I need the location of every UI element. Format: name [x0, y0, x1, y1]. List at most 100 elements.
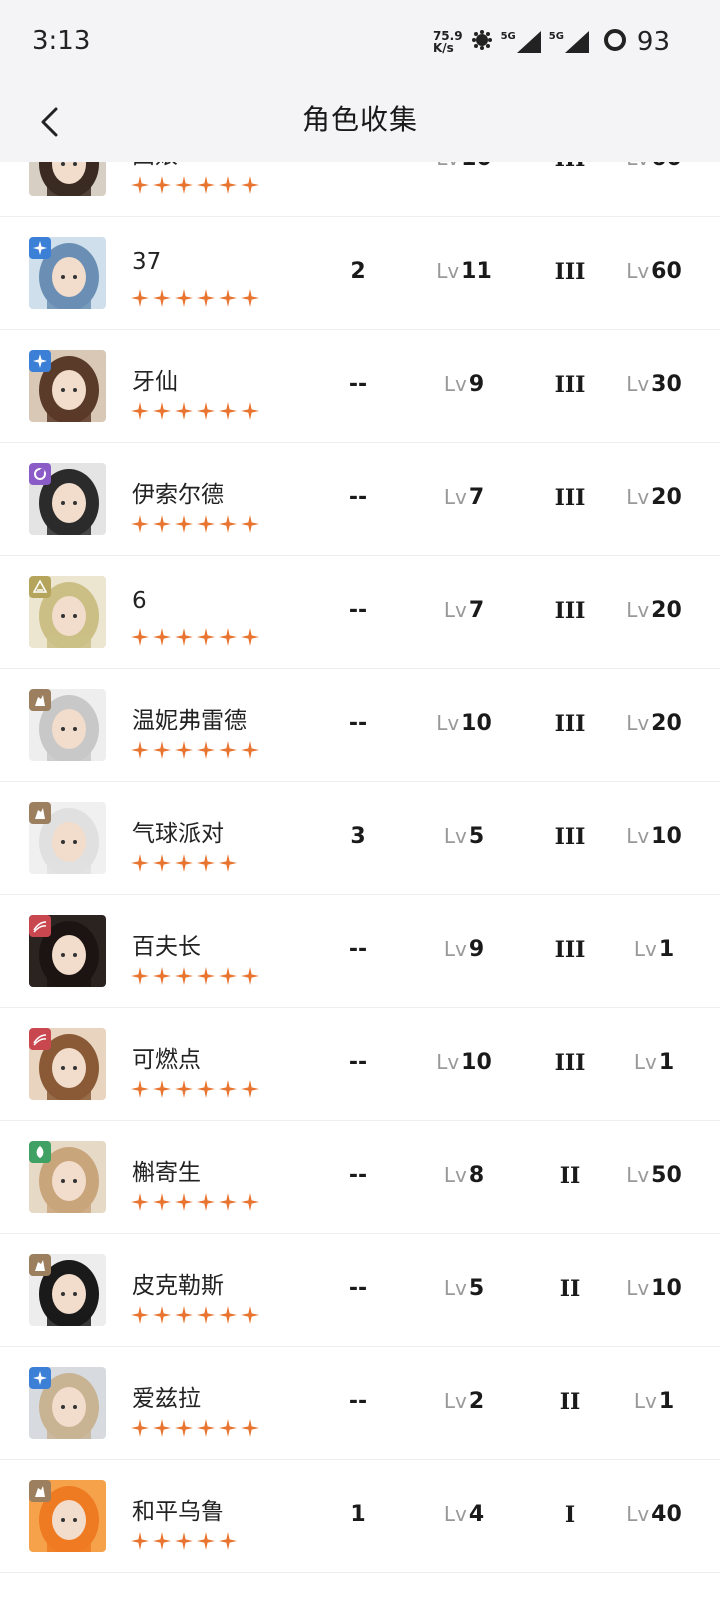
character-row[interactable]: 温妮弗雷德 -- Lv10 III Lv20 — [0, 669, 720, 782]
character-name: 伊索尔德 — [132, 482, 224, 508]
character-portrait — [29, 802, 106, 874]
character-tier: III — [554, 824, 586, 850]
star-icon — [241, 1306, 259, 1328]
character-list[interactable]: 曲娘--Lv10IIILv60372Lv11IIILv60牙仙--Lv9IIIL… — [0, 162, 720, 1600]
character-row[interactable]: 牙仙 -- Lv9 III Lv30 — [0, 330, 720, 443]
character-row[interactable]: 皮克勒斯 -- Lv5 II Lv10 — [0, 1234, 720, 1347]
star-icon — [131, 176, 149, 198]
col-d-value: 30 — [651, 372, 682, 397]
character-name: 曲娘 — [132, 162, 178, 170]
moon-icon — [29, 463, 51, 485]
level-value: 10 — [461, 711, 492, 736]
character-name: 槲寄生 — [132, 1160, 201, 1186]
star-icon — [241, 289, 259, 311]
status-icons: 75.9 K/s 5G 5G 93 — [433, 24, 670, 60]
character-col-a: -- — [348, 485, 368, 510]
star-icon — [175, 967, 193, 989]
col-d-value: 20 — [651, 485, 682, 510]
status-bar: 3:13 75.9 K/s 5G 5G 93 — [0, 0, 720, 84]
star-icon — [219, 402, 237, 424]
star-icon — [153, 854, 171, 876]
lv-prefix: Lv — [626, 372, 650, 396]
character-row[interactable]: 百夫长 -- Lv9 III Lv1 — [0, 895, 720, 1008]
character-tier: III — [554, 937, 586, 963]
rarity-stars — [131, 176, 259, 198]
title-bar: 角色收集 — [0, 84, 720, 162]
character-level: Lv7 — [428, 598, 500, 623]
page-title: 角色收集 — [301, 103, 418, 136]
lv-prefix: Lv — [626, 259, 650, 283]
character-row[interactable]: 曲娘--Lv10IIILv60 — [0, 162, 720, 217]
star-icon — [175, 854, 193, 876]
character-portrait — [29, 1254, 106, 1326]
character-row[interactable]: 伊索尔德 -- Lv7 III Lv20 — [0, 443, 720, 556]
character-row[interactable]: 和平乌鲁 1 Lv4 I Lv40 — [0, 1460, 720, 1573]
character-portrait — [29, 1480, 106, 1552]
col-d-value: 60 — [651, 259, 682, 284]
character-name: 牙仙 — [132, 369, 178, 395]
star-icon — [197, 1080, 215, 1102]
character-tier: III — [550, 162, 590, 172]
star-icon — [241, 628, 259, 650]
character-col-a: 2 — [350, 259, 366, 284]
level-value: 8 — [468, 1163, 485, 1188]
network-speed-unit: K/s — [432, 41, 454, 55]
col-d-value: 1 — [658, 1389, 675, 1414]
star-icon — [131, 741, 149, 763]
character-col-a: -- — [348, 1050, 368, 1075]
level-value: 4 — [468, 1502, 485, 1527]
star-icon — [219, 1532, 237, 1554]
character-col-a: 1 — [350, 1502, 366, 1527]
star-icon — [219, 1193, 237, 1215]
character-col-d: Lv10 — [614, 824, 694, 849]
character-row[interactable]: 槲寄生 -- Lv8 II Lv50 — [0, 1121, 720, 1234]
star-icon — [153, 628, 171, 650]
level-value: 5 — [468, 824, 485, 849]
lv-prefix: Lv — [436, 162, 459, 170]
star-icon — [219, 854, 237, 876]
star-icon — [241, 402, 259, 424]
character-portrait — [29, 1367, 106, 1439]
character-name: 气球派对 — [132, 821, 224, 847]
star-icon — [131, 402, 149, 424]
character-row[interactable]: 爱兹拉 -- Lv2 II Lv1 — [0, 1347, 720, 1460]
star-icon — [197, 1532, 215, 1554]
character-portrait — [29, 162, 106, 196]
wave-icon — [29, 1028, 51, 1050]
character-name: 百夫长 — [132, 934, 201, 960]
character-tier: III — [554, 372, 586, 398]
star-icon — [197, 515, 215, 537]
character-portrait — [29, 915, 106, 987]
character-row[interactable]: 6 -- Lv7 III Lv20 — [0, 556, 720, 669]
star-icon — [131, 1080, 149, 1102]
star-icon — [197, 1419, 215, 1441]
lv-prefix: Lv — [436, 259, 460, 283]
col-d-value: 20 — [651, 598, 682, 623]
lv-prefix: Lv — [443, 598, 467, 622]
star-icon — [197, 967, 215, 989]
star-icon — [153, 515, 171, 537]
level-value: 10 — [461, 162, 492, 171]
character-col-d: Lv40 — [614, 1502, 694, 1527]
star-icon — [131, 1419, 149, 1441]
star-icon — [175, 1306, 193, 1328]
star-icon — [197, 1306, 215, 1328]
lv-prefix: Lv — [443, 824, 467, 848]
character-level: Lv9 — [428, 937, 500, 962]
star-icon — [175, 741, 193, 763]
level-value: 5 — [468, 1276, 485, 1301]
rock-icon — [29, 1480, 51, 1502]
character-row[interactable]: 37 2 Lv11 III Lv60 — [0, 217, 720, 330]
character-level: Lv10 — [428, 162, 500, 171]
character-col-d: Lv1 — [614, 1050, 694, 1075]
star-icon — [197, 1193, 215, 1215]
lv-prefix: Lv — [626, 711, 650, 735]
rarity-stars — [131, 1193, 259, 1215]
star-icon — [175, 289, 193, 311]
character-name: 37 — [132, 249, 162, 275]
rock-icon — [29, 802, 51, 824]
status-time: 3:13 — [32, 26, 91, 56]
character-row[interactable]: 可燃点 -- Lv10 III Lv1 — [0, 1008, 720, 1121]
rarity-stars — [131, 967, 259, 989]
character-row[interactable]: 气球派对 3 Lv5 III Lv10 — [0, 782, 720, 895]
